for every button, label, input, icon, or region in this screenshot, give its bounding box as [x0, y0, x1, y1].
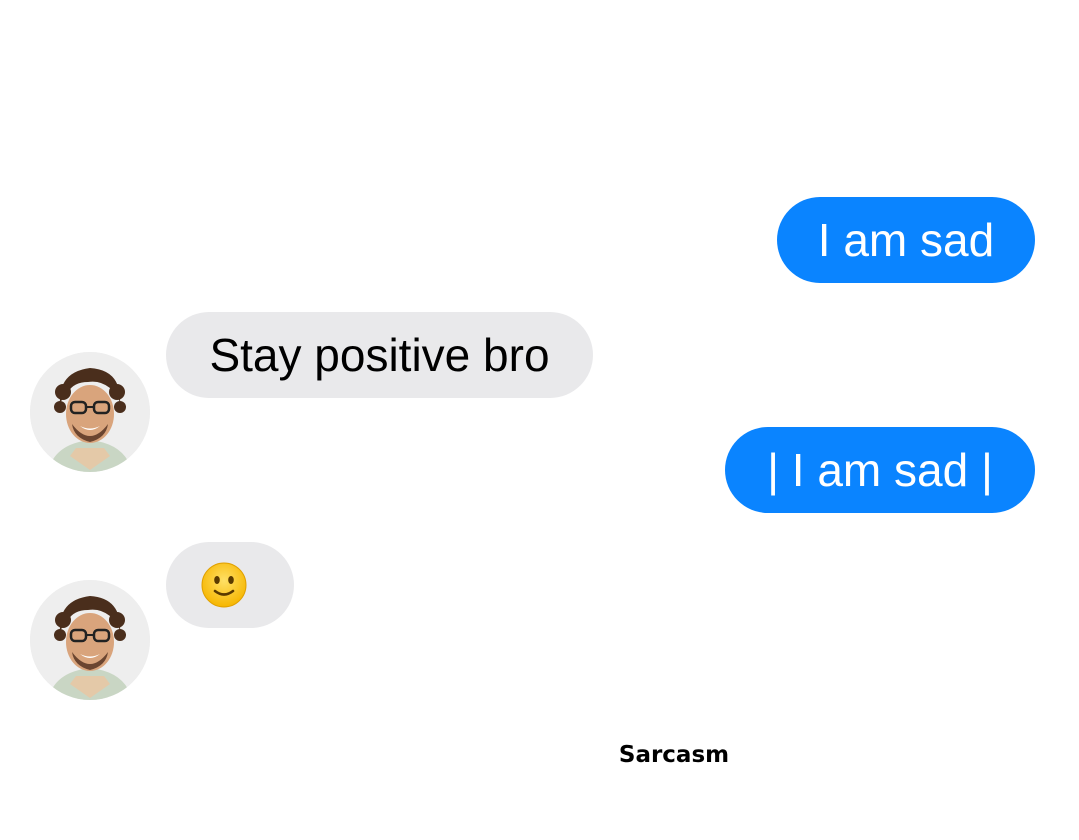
slightly-smiling-face-icon	[201, 562, 247, 608]
sent-message-bubble[interactable]: I am sad	[777, 197, 1035, 283]
message-text: I am sad	[817, 214, 995, 266]
received-message-bubble[interactable]: Stay positive bro	[166, 312, 593, 398]
sent-message-bubble[interactable]: | I am sad |	[725, 427, 1035, 513]
contact-avatar[interactable]	[30, 352, 150, 472]
caption-text: Sarcasm	[618, 742, 730, 768]
message-text: Stay positive bro	[209, 329, 550, 381]
message-text: | I am sad |	[767, 444, 993, 496]
contact-avatar[interactable]	[30, 580, 150, 700]
person-avatar-icon	[30, 580, 150, 700]
person-avatar-icon	[30, 352, 150, 472]
received-emoji-bubble[interactable]	[166, 542, 294, 628]
